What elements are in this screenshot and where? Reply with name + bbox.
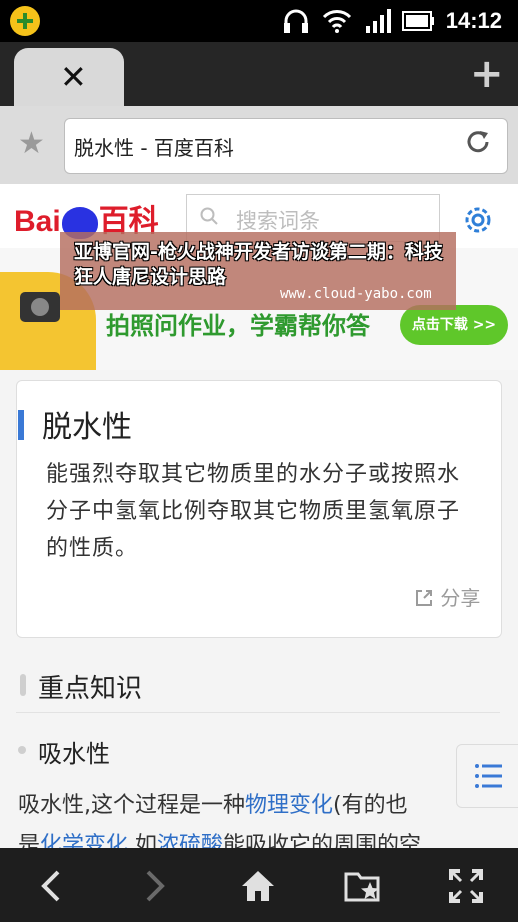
clock: 14:12	[445, 8, 502, 33]
signal-icon	[366, 9, 391, 33]
bullet-icon	[18, 746, 26, 754]
watermark-url: www.cloud-yabo.com	[280, 286, 432, 302]
section-title: 重点知识	[38, 674, 143, 704]
banner-slogan: 拍照问作业，学霸帮你答	[106, 312, 370, 340]
home-icon[interactable]	[240, 868, 276, 904]
reload-icon[interactable]	[464, 128, 492, 156]
search-icon	[200, 207, 218, 225]
camera-icon	[20, 292, 60, 322]
watermark-title: 亚博官网-枪火战神开发者访谈第二期：科技狂人唐尼设计思路	[74, 241, 443, 288]
gear-icon[interactable]	[462, 204, 494, 236]
link-physical-change[interactable]: 物理变化	[245, 793, 333, 818]
section-marker	[20, 674, 26, 696]
share-button[interactable]: 分享	[414, 582, 480, 611]
forward-icon[interactable]	[136, 868, 172, 904]
section-divider	[16, 712, 500, 713]
list-icon	[475, 764, 502, 788]
close-tab-icon[interactable]: ✕	[60, 60, 87, 94]
share-icon	[416, 590, 432, 606]
title-accent-bar	[18, 410, 24, 440]
app-notification-icon	[10, 6, 40, 36]
url-text[interactable]: 脱水性 - 百度百科	[74, 132, 234, 161]
search-placeholder[interactable]: 搜索词条	[236, 205, 320, 235]
bookmark-star-icon[interactable]: ★	[18, 128, 45, 160]
download-button[interactable]: 点击下载 >>	[400, 305, 508, 345]
entry-summary: 能强烈夺取其它物质里的水分子或按照水分子中氢氧比例夺取其它物质里氢氧原子的性质。	[46, 462, 461, 561]
table-of-contents-button[interactable]	[456, 744, 518, 808]
new-tab-button[interactable]: +	[470, 54, 504, 94]
back-icon[interactable]	[34, 868, 70, 904]
subsection-title: 吸水性	[38, 740, 110, 768]
entry-title: 脱水性	[42, 410, 132, 445]
bookmarks-icon[interactable]	[344, 868, 384, 904]
headphones-icon	[284, 9, 308, 33]
fullscreen-icon[interactable]	[448, 868, 484, 904]
wifi-icon	[322, 10, 352, 33]
battery-icon	[402, 11, 434, 31]
status-bar: 14:12	[0, 0, 518, 42]
